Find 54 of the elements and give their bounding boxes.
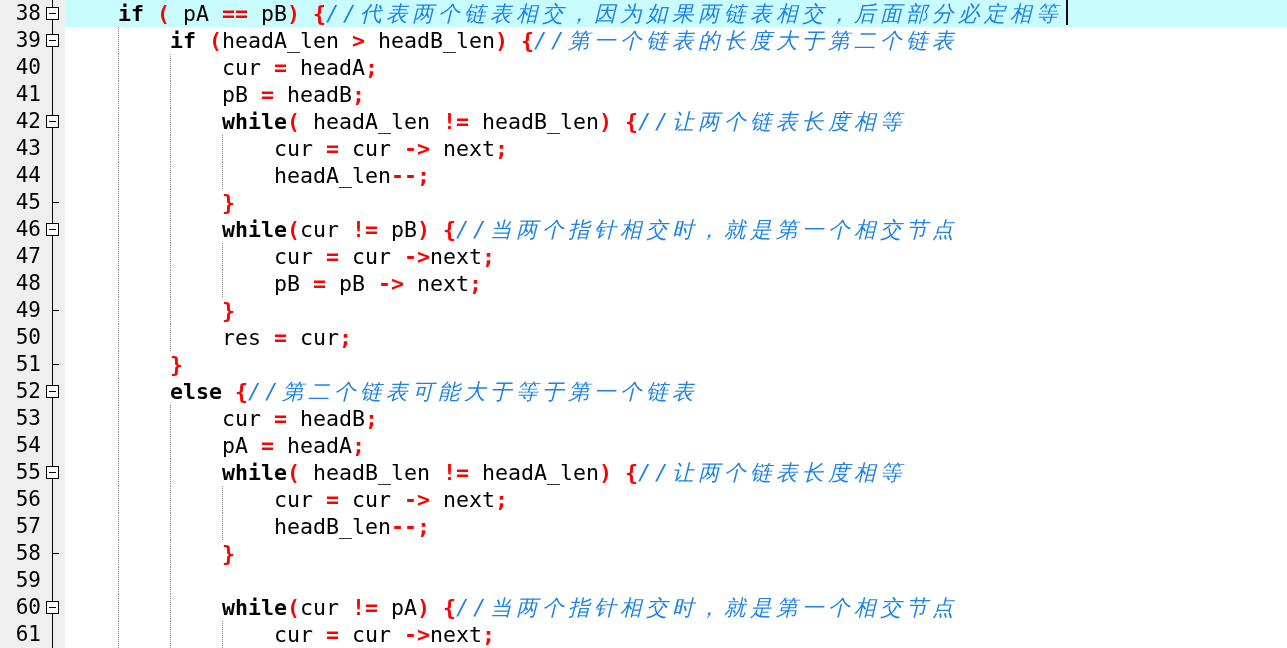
code-line: cur = headA; xyxy=(222,54,379,81)
collapse-icon[interactable] xyxy=(46,223,59,236)
collapse-icon[interactable] xyxy=(46,385,59,398)
collapse-icon[interactable] xyxy=(46,115,59,128)
line-number: 47 xyxy=(15,243,41,270)
line-number: 55 xyxy=(15,459,41,486)
code-line: } xyxy=(222,540,235,567)
line-number: 42 xyxy=(15,108,41,135)
code-line: if (headA_len > headB_len) {//第一个链表的长度大于第二个链表 xyxy=(170,27,959,54)
line-number: 41 xyxy=(15,81,41,108)
code-line: while(cur != pA) {//当两个指针相交时，就是第一个相交节点 xyxy=(222,594,959,621)
code-line: } xyxy=(222,189,235,216)
line-number: 53 xyxy=(15,405,41,432)
code-line: cur = headB; xyxy=(222,405,379,432)
line-number: 45 xyxy=(15,189,41,216)
code-line: pB = headB; xyxy=(222,81,366,108)
code-line: while(cur != pB) {//当两个指针相交时，就是第一个相交节点 xyxy=(222,216,959,243)
code-line: if ( pA == pB) {//代表两个链表相交，因为如果两链表相交，后面部分必定相等 xyxy=(118,0,1063,27)
line-number: 46 xyxy=(15,216,41,243)
code-line: pB = pB -> next; xyxy=(274,270,483,297)
line-number: 59 xyxy=(15,567,41,594)
line-number: 39 xyxy=(15,27,41,54)
code-line: cur = cur ->next; xyxy=(274,621,496,648)
line-number: 57 xyxy=(15,513,41,540)
line-number: 43 xyxy=(15,135,41,162)
code-line: else {//第二个链表可能大于等于第一个链表 xyxy=(170,378,699,405)
line-number: 40 xyxy=(15,54,41,81)
line-number: 49 xyxy=(15,297,41,324)
line-number: 51 xyxy=(15,351,41,378)
line-number: 61 xyxy=(15,621,41,648)
line-number: 60 xyxy=(15,594,41,621)
collapse-icon[interactable] xyxy=(46,7,59,20)
collapse-icon[interactable] xyxy=(46,601,59,614)
code-line: headB_len--; xyxy=(274,513,431,540)
line-number: 38 xyxy=(15,0,41,27)
code-line: res = cur; xyxy=(222,324,353,351)
code-line: cur = cur ->next; xyxy=(274,243,496,270)
line-number: 50 xyxy=(15,324,41,351)
code-line: } xyxy=(170,351,183,378)
line-number: 48 xyxy=(15,270,41,297)
code-line: while( headB_len != headA_len) {//让两个链表长度相等 xyxy=(222,459,907,486)
code-line: headA_len--; xyxy=(274,162,431,189)
code-line: } xyxy=(222,297,235,324)
collapse-icon[interactable] xyxy=(46,34,59,47)
line-number: 54 xyxy=(15,432,41,459)
line-number: 52 xyxy=(15,378,41,405)
collapse-icon[interactable] xyxy=(46,466,59,479)
line-number: 56 xyxy=(15,486,41,513)
code-line: while( headA_len != headB_len) {//让两个链表长度相等 xyxy=(222,108,907,135)
line-number: 58 xyxy=(15,540,41,567)
code-line: cur = cur -> next; xyxy=(274,135,509,162)
line-number: 44 xyxy=(15,162,41,189)
code-line: cur = cur -> next; xyxy=(274,486,509,513)
code-line: pA = headA; xyxy=(222,432,366,459)
